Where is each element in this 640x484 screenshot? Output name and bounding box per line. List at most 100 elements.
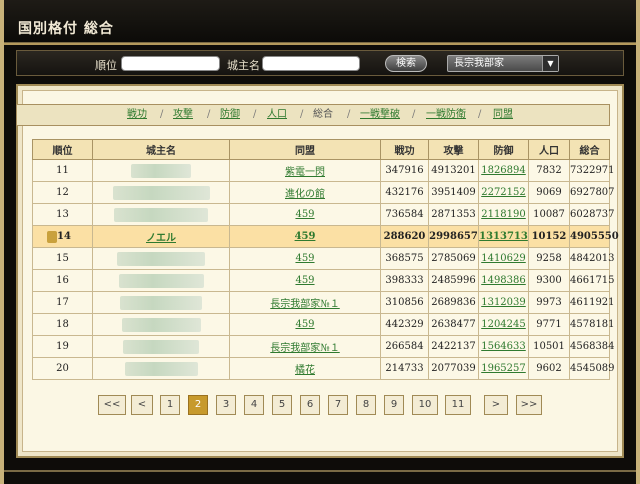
country-select[interactable]: 長宗我部家 ▼ [447, 55, 559, 72]
defense-cell: 2118190 [478, 203, 529, 226]
castle-name-cell [92, 203, 230, 226]
defense-cell: 1204245 [478, 313, 529, 336]
total-cell: 4545089 [569, 357, 615, 380]
search-button[interactable]: 検索 [385, 55, 427, 72]
page-button-11[interactable]: 11 [445, 395, 471, 415]
page-button-5[interactable]: 5 [272, 395, 292, 415]
tab-alliance[interactable]: 同盟 [493, 105, 513, 125]
rank-value: 14 [57, 231, 71, 242]
tab-separator: / [160, 109, 164, 120]
tab-single-battle-win[interactable]: 一戦撃破 [360, 105, 400, 125]
prev-page-button[interactable]: < [131, 395, 153, 415]
page-button-8[interactable]: 8 [356, 395, 376, 415]
col-header-total: 総合 [569, 139, 610, 160]
defense-link[interactable]: 1498386 [481, 275, 526, 286]
defense-link[interactable]: 1204245 [481, 319, 526, 330]
rank-value: 12 [56, 187, 69, 198]
title-bar: 国別格付 総合 [4, 0, 636, 44]
alliance-link[interactable]: 進化の館 [285, 189, 325, 200]
page-button-1[interactable]: 1 [160, 395, 180, 415]
attack-cell: 2638477 [428, 313, 479, 336]
defense-link[interactable]: 1410629 [481, 253, 526, 264]
col-header-rank: 順位 [32, 139, 93, 160]
tab-separator: / [253, 109, 257, 120]
tab-population[interactable]: 人口 [267, 105, 287, 125]
castle-search-input[interactable] [262, 56, 360, 71]
rank-cell: 18 [32, 313, 93, 336]
table-row: 11 紫電一閃 347916 4913201 1826894 7832 7322971 [32, 159, 615, 182]
ranking-tabs: 戦功 / 攻撃 / 防御 / 人口 / 総合 / 一戦撃破 / 一戦防衛 / 同… [16, 104, 610, 126]
attack-cell: 3951409 [428, 181, 479, 204]
attack-cell: 2077039 [428, 357, 479, 380]
alliance-link[interactable]: 長宗我部家№１ [270, 299, 339, 310]
defense-link[interactable]: 1312039 [481, 297, 526, 308]
redacted-name [114, 207, 208, 222]
rank-cell: 20 [32, 357, 93, 380]
alliance-link[interactable]: 紫電一閃 [285, 167, 325, 178]
redacted-name [117, 251, 205, 266]
rank-cell: 12 [32, 181, 93, 204]
rank-value: 16 [56, 275, 69, 286]
alliance-cell: 紫電一閃 [229, 159, 381, 182]
castle-name-link[interactable]: ノエル [146, 233, 176, 244]
total-cell: 7322971 [569, 159, 615, 182]
col-header-defense: 防御 [478, 139, 529, 160]
alliance-link[interactable]: 459 [295, 209, 314, 220]
attack-cell: 2689836 [428, 291, 479, 314]
tab-separator: / [300, 109, 304, 120]
rank-search-input[interactable] [121, 56, 220, 71]
alliance-cell: 459 [229, 313, 381, 336]
rank-cell: 19 [32, 335, 93, 358]
page-title: 国別格付 総合 [18, 21, 114, 37]
senko-cell: 347916 [380, 159, 429, 182]
alliance-link[interactable]: 459 [295, 275, 314, 286]
defense-link[interactable]: 1313713 [479, 231, 528, 242]
alliance-cell: 459 [229, 225, 381, 248]
total-cell: 4611921 [569, 291, 615, 314]
population-cell: 10501 [528, 335, 570, 358]
tab-single-battle-defense[interactable]: 一戦防衛 [426, 105, 466, 125]
alliance-cell: 長宗我部家№１ [229, 335, 381, 358]
rank-cell: 13 [32, 203, 93, 226]
table-row: 12 進化の館 432176 3951409 2272152 9069 6927807 [32, 181, 615, 204]
table-row: 17 長宗我部家№１ 310856 2689836 1312039 9973 4611921 [32, 291, 615, 314]
first-page-button[interactable]: << [98, 395, 126, 415]
castle-name-cell [92, 181, 230, 204]
defense-link[interactable]: 1826894 [481, 165, 526, 176]
rank-value: 11 [56, 165, 69, 176]
tab-defense[interactable]: 防御 [220, 105, 240, 125]
page-button-9[interactable]: 9 [384, 395, 404, 415]
alliance-link[interactable]: 橘花 [295, 365, 315, 376]
rank-cell: 16 [32, 269, 93, 292]
page-button-2[interactable]: 2 [188, 395, 208, 415]
tab-senko[interactable]: 戦功 [127, 105, 147, 125]
population-cell: 9258 [528, 247, 570, 270]
defense-link[interactable]: 2118190 [481, 209, 526, 220]
page-button-3[interactable]: 3 [216, 395, 236, 415]
page-button-7[interactable]: 7 [328, 395, 348, 415]
total-cell: 4578181 [569, 313, 615, 336]
castle-name-cell [92, 291, 230, 314]
last-page-button[interactable]: >> [516, 395, 542, 415]
total-cell: 4568384 [569, 335, 615, 358]
page-button-4[interactable]: 4 [244, 395, 264, 415]
tab-total[interactable]: 総合 [313, 105, 333, 125]
alliance-link[interactable]: 長宗我部家№１ [270, 343, 339, 354]
defense-link[interactable]: 1965257 [481, 363, 526, 374]
col-header-senko: 戦功 [380, 139, 429, 160]
castle-name-cell [92, 335, 230, 358]
defense-link[interactable]: 2272152 [481, 187, 526, 198]
alliance-link[interactable]: 459 [295, 253, 314, 264]
alliance-link[interactable]: 459 [295, 231, 316, 242]
alliance-cell: 進化の館 [229, 181, 381, 204]
page-button-6[interactable]: 6 [300, 395, 320, 415]
redacted-name [121, 317, 201, 332]
alliance-link[interactable]: 459 [295, 319, 314, 330]
next-page-button[interactable]: > [484, 395, 508, 415]
senko-cell: 432176 [380, 181, 429, 204]
rank-value: 19 [56, 341, 69, 352]
chevron-down-icon: ▼ [542, 56, 558, 71]
page-button-10[interactable]: 10 [412, 395, 438, 415]
defense-link[interactable]: 1564633 [481, 341, 526, 352]
tab-attack[interactable]: 攻撃 [173, 105, 193, 125]
